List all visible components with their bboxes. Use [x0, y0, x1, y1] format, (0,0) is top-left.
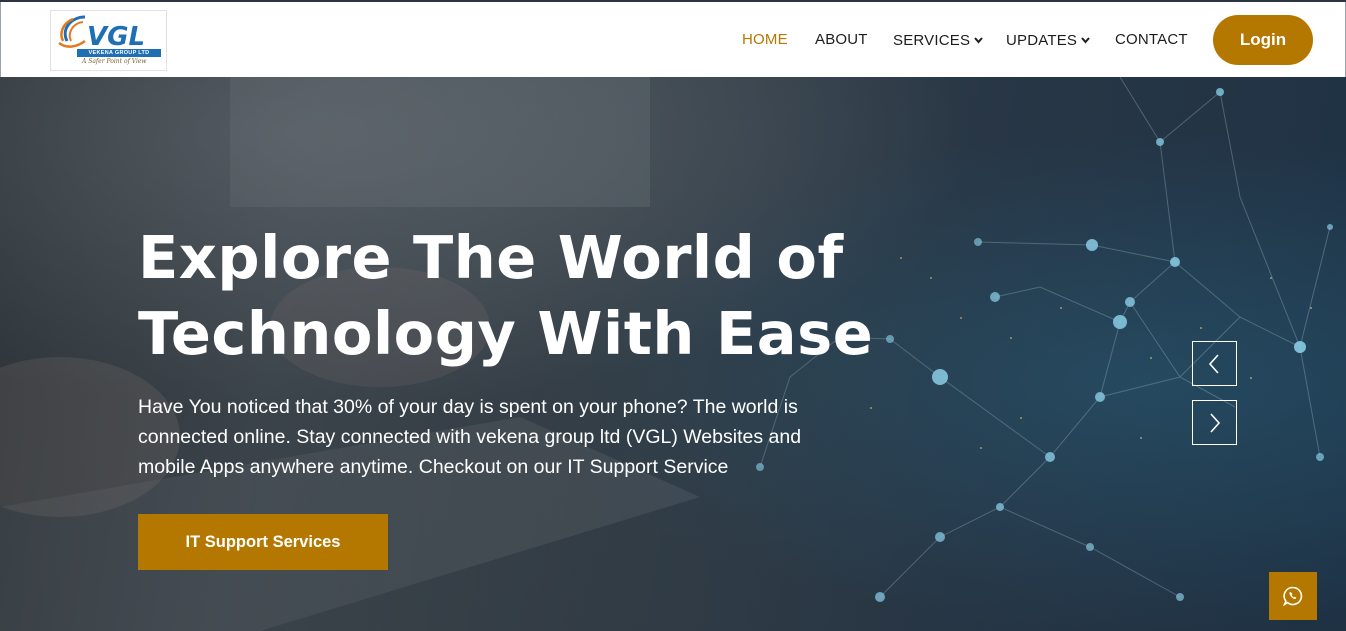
chevron-down-icon	[1081, 31, 1090, 48]
hero-description-line3: mobile Apps anywhere anytime. Checkout o…	[138, 456, 729, 478]
nav-contact[interactable]: CONTACT	[1115, 31, 1188, 48]
hero-description-line1: Have You noticed that 30% of your day is…	[138, 396, 798, 418]
nav-updates-label: UPDATES	[1006, 32, 1078, 49]
login-button[interactable]: Login	[1213, 15, 1313, 65]
navbar: VGL VEKENA GROUP LTD A Safer Point of Vi…	[0, 2, 1346, 77]
nav-contact-label: CONTACT	[1115, 31, 1188, 48]
hero-description: Have You noticed that 30% of your day is…	[138, 392, 838, 482]
main-nav: HOME ABOUT SERVICES UPDATES CONTACT	[1, 2, 1345, 77]
slider-prev-button[interactable]	[1192, 341, 1237, 386]
nav-services-label: SERVICES	[893, 32, 971, 49]
chevron-left-icon	[1208, 354, 1219, 374]
chevron-down-icon	[974, 31, 983, 48]
nav-updates[interactable]: UPDATES	[1006, 31, 1090, 49]
hero-title-line2: Technology With Ease	[138, 299, 874, 368]
hero-description-line2: connected online. Stay connected with ve…	[138, 426, 802, 448]
nav-services[interactable]: SERVICES	[893, 31, 983, 49]
chevron-right-icon	[1210, 413, 1221, 433]
nav-home-label: HOME	[742, 31, 788, 48]
nav-about-label: ABOUT	[815, 31, 868, 48]
it-support-services-button[interactable]: IT Support Services	[138, 514, 388, 570]
hero-title: Explore The World of Technology With Eas…	[138, 220, 898, 372]
slider-next-button[interactable]	[1192, 400, 1237, 445]
whatsapp-icon	[1283, 586, 1303, 606]
nav-about[interactable]: ABOUT	[815, 31, 868, 48]
nav-home[interactable]: HOME	[742, 31, 788, 48]
hero-section: Explore The World of Technology With Eas…	[0, 77, 1346, 631]
whatsapp-button[interactable]	[1269, 572, 1317, 620]
hero-title-line1: Explore The World of	[138, 223, 844, 292]
